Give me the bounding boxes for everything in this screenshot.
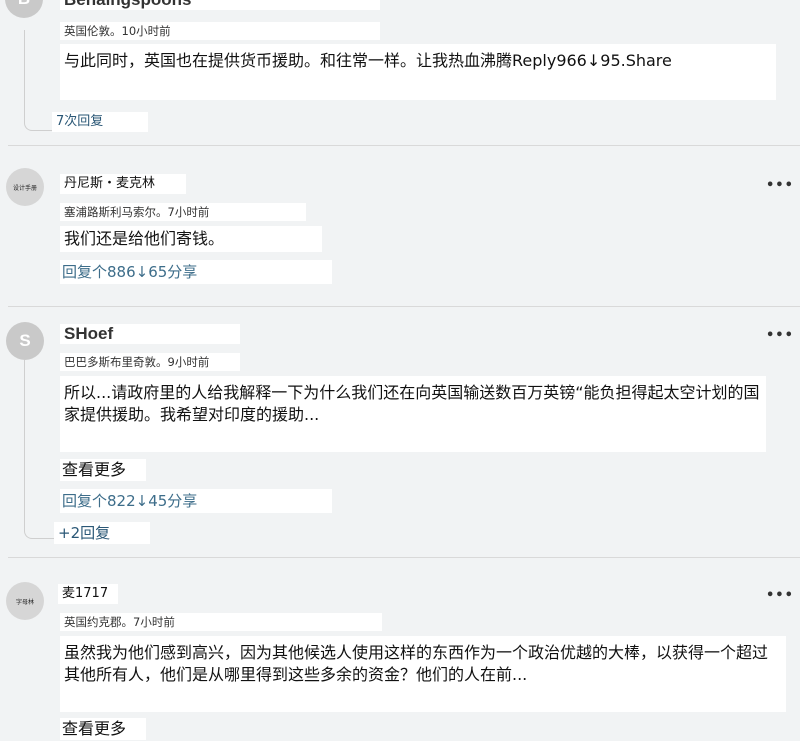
view-replies-link[interactable]: +2回复	[54, 522, 150, 544]
thread-line	[24, 360, 59, 539]
comment-meta: 英国伦敦。10小时前	[60, 22, 380, 40]
avatar-letter: B	[18, 0, 30, 9]
avatar-label: 字母林	[15, 599, 34, 606]
comment-text: 我们还是给他们寄钱。	[60, 226, 322, 252]
comment-meta: 塞浦路斯利马索尔。7小时前	[60, 203, 306, 221]
avatar-letter: S	[19, 331, 31, 350]
comment-actions[interactable]: 回复个822↓45分享	[60, 489, 332, 513]
comment-text: 所以...请政府里的人给我解释一下为什么我们还在向英国输送数百万英镑“能负担得起…	[60, 376, 766, 452]
more-options-icon[interactable]: •••	[766, 588, 794, 603]
divider	[8, 145, 800, 146]
commenter-name[interactable]: Benaingspoons	[60, 0, 380, 10]
avatar: 设计手册	[6, 168, 44, 206]
see-more-link[interactable]: 查看更多	[60, 459, 146, 481]
avatar-label: 设计手册	[12, 185, 37, 192]
avatar: B	[5, 0, 43, 18]
see-more-link[interactable]: 查看更多	[60, 718, 146, 740]
comment-text: 与此同时，英国也在提供货币援助。和往常一样。让我热血沸腾Reply966↓95.…	[60, 44, 776, 100]
comment-meta: 英国约克郡。7小时前	[60, 613, 382, 631]
comment-actions[interactable]: 回复个886↓65分享	[60, 260, 332, 284]
view-replies-link[interactable]: 7次回复	[52, 112, 148, 132]
divider	[8, 557, 800, 558]
avatar: 字母林	[6, 582, 44, 620]
divider	[8, 306, 800, 307]
avatar: S	[6, 322, 44, 360]
commenter-name[interactable]: SHoef	[60, 324, 240, 344]
comment-meta: 巴巴多斯布里奇敦。9小时前	[60, 353, 240, 371]
commenter-name[interactable]: 丹尼斯・麦克林	[60, 174, 186, 194]
more-options-icon[interactable]: •••	[766, 178, 794, 193]
commenter-name[interactable]: 麦1717	[58, 584, 118, 604]
comment-text: 虽然我为他们感到高兴，因为其他候选人使用这样的东西作为一个政治优越的大棒，以获得…	[60, 636, 786, 712]
more-options-icon[interactable]: •••	[766, 328, 794, 343]
